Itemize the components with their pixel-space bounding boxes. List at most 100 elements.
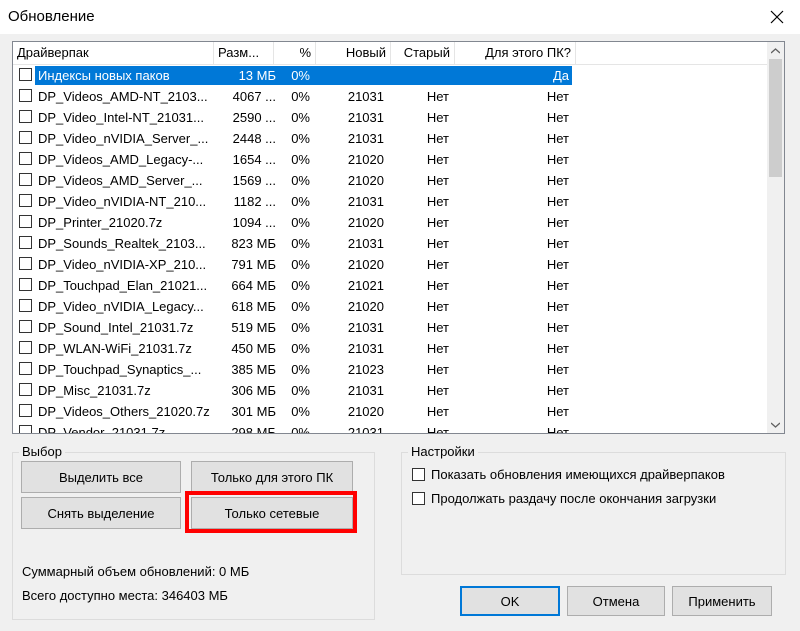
cell-name: DP_Printer_21020.7z <box>38 215 163 230</box>
table-row[interactable]: DP_Video_Intel-NT_21031... 2590 ... 0% 2103… <box>13 107 769 128</box>
select-all-button[interactable]: Выделить все <box>21 461 181 493</box>
scrollbar-thumb[interactable] <box>769 59 782 177</box>
cell-percent: 0% <box>291 362 310 377</box>
cell-size: 2590 ... <box>232 110 276 125</box>
driverpack-list[interactable]: Драйверпак Разм... % Новый Старый Для эт… <box>12 41 785 434</box>
cell-size: 450 МБ <box>231 341 276 356</box>
cell-size: 13 МБ <box>238 68 276 83</box>
row-checkbox[interactable] <box>19 89 32 102</box>
cell-for-pc: Нет <box>546 278 569 293</box>
column-header-for-pc[interactable]: Для этого ПК? <box>455 42 576 64</box>
cell-for-pc: Нет <box>546 404 569 419</box>
row-checkbox[interactable] <box>19 320 32 333</box>
deselect-button[interactable]: Снять выделение <box>21 497 181 529</box>
cell-name: DP_Touchpad_Synaptics_... <box>38 362 202 377</box>
cell-size: 618 МБ <box>231 299 276 314</box>
column-header-size[interactable]: Разм... <box>214 42 274 64</box>
row-checkbox[interactable] <box>19 194 32 207</box>
table-row[interactable]: DP_Touchpad_Synaptics_... 385 МБ 0% 21023 Не… <box>13 359 769 380</box>
cell-for-pc: Нет <box>546 362 569 377</box>
table-row[interactable]: DP_Touchpad_Elan_21021... 664 МБ 0% 21021 Не… <box>13 275 769 296</box>
column-header-percent[interactable]: % <box>274 42 316 64</box>
row-checkbox[interactable] <box>19 299 32 312</box>
row-checkbox[interactable] <box>19 236 32 249</box>
cell-new: 21020 <box>347 152 384 167</box>
cell-size: 385 МБ <box>231 362 276 377</box>
table-row[interactable]: DP_Videos_Others_21020.7z 301 МБ 0% 21020 Не… <box>13 401 769 422</box>
list-header: Драйверпак Разм... % Новый Старый Для эт… <box>13 42 769 65</box>
continue-seeding-option[interactable]: Продолжать раздачу после окончания загру… <box>412 491 716 506</box>
row-checkbox[interactable] <box>19 257 32 270</box>
table-row[interactable]: Индексы новых паков 13 МБ 0% Да <box>13 65 769 86</box>
cell-for-pc: Нет <box>546 383 569 398</box>
row-checkbox[interactable] <box>19 383 32 396</box>
table-row[interactable]: DP_Video_nVIDIA-XP_210... 791 МБ 0% 21020 Не… <box>13 254 769 275</box>
cell-name: DP_Video_nVIDIA-XP_210... <box>38 257 207 272</box>
table-row[interactable]: DP_Misc_21031.7z 306 МБ 0% 21031 Нет Нет <box>13 380 769 401</box>
row-checkbox[interactable] <box>19 362 32 375</box>
cell-old: Нет <box>426 194 449 209</box>
cell-name: DP_Videos_AMD-NT_2103... <box>38 89 208 104</box>
row-checkbox[interactable] <box>19 173 32 186</box>
row-checkbox[interactable] <box>19 425 32 433</box>
table-row[interactable]: DP_Sounds_Realtek_2103... 823 МБ 0% 21031 Не… <box>13 233 769 254</box>
cell-size: 1654 ... <box>232 152 276 167</box>
cell-old: Нет <box>426 152 449 167</box>
cell-percent: 0% <box>291 383 310 398</box>
scroll-down-arrow[interactable] <box>767 416 784 433</box>
cell-new: 21031 <box>347 236 384 251</box>
row-checkbox[interactable] <box>19 68 32 81</box>
table-row[interactable]: DP_Videos_AMD_Server_... 1569 ... 0% 21020 Н… <box>13 170 769 191</box>
table-row[interactable]: DP_Videos_AMD-NT_2103... 4067 ... 0% 21031 Н… <box>13 86 769 107</box>
cell-for-pc: Нет <box>546 194 569 209</box>
table-row[interactable]: DP_Video_nVIDIA_Server_... 2448 ... 0% 2103… <box>13 128 769 149</box>
cell-new: 21020 <box>347 299 384 314</box>
cell-old: Нет <box>426 425 449 434</box>
close-icon <box>770 10 784 24</box>
table-row[interactable]: DP_Sound_Intel_21031.7z 519 МБ 0% 21031 Нет Н… <box>13 317 769 338</box>
row-checkbox[interactable] <box>19 215 32 228</box>
table-row[interactable]: DP_Vendor_21031.7z 298 МБ 0% 21031 Нет Нет <box>13 422 769 434</box>
table-row[interactable]: DP_Videos_AMD_Legacy-... 1654 ... 0% 21020 Н… <box>13 149 769 170</box>
cancel-button[interactable]: Отмена <box>567 586 665 616</box>
cell-size: 301 МБ <box>231 404 276 419</box>
cell-new: 21020 <box>347 404 384 419</box>
table-row[interactable]: DP_Video_nVIDIA_Legacy... 618 МБ 0% 21020 Не… <box>13 296 769 317</box>
ok-button[interactable]: OK <box>460 586 560 616</box>
cell-for-pc: Нет <box>546 236 569 251</box>
cell-old: Нет <box>426 236 449 251</box>
cell-old: Нет <box>426 320 449 335</box>
only-network-button[interactable]: Только сетевые <box>191 497 353 529</box>
row-checkbox[interactable] <box>19 278 32 291</box>
column-header-new[interactable]: Новый <box>316 42 391 64</box>
vertical-scrollbar[interactable] <box>767 42 784 433</box>
table-row[interactable]: DP_Printer_21020.7z 1094 ... 0% 21020 Нет Нет <box>13 212 769 233</box>
cell-size: 306 МБ <box>231 383 276 398</box>
column-header-old[interactable]: Старый <box>391 42 455 64</box>
cell-percent: 0% <box>291 131 310 146</box>
cell-percent: 0% <box>291 404 310 419</box>
show-updates-option[interactable]: Показать обновления имеющихся драйверпак… <box>412 467 725 482</box>
row-checkbox[interactable] <box>19 131 32 144</box>
cell-new: 21031 <box>347 341 384 356</box>
apply-button[interactable]: Применить <box>672 586 772 616</box>
table-row[interactable]: DP_Video_nVIDIA-NT_210... 1182 ... 0% 21031… <box>13 191 769 212</box>
cell-new: 21031 <box>347 89 384 104</box>
close-button[interactable] <box>754 0 800 34</box>
table-row[interactable]: DP_WLAN-WiFi_21031.7z 450 МБ 0% 21031 Нет Нет <box>13 338 769 359</box>
row-checkbox[interactable] <box>19 152 32 165</box>
column-header-driverpack[interactable]: Драйверпак <box>13 42 214 64</box>
only-this-pc-button[interactable]: Только для этого ПК <box>191 461 353 493</box>
free-space-text: Всего доступно места: 346403 МБ <box>22 588 228 603</box>
cell-for-pc: Нет <box>546 152 569 167</box>
scroll-up-arrow[interactable] <box>767 42 784 59</box>
cell-new: 21031 <box>347 425 384 434</box>
cell-size: 823 МБ <box>231 236 276 251</box>
continue-seeding-checkbox[interactable] <box>412 492 425 505</box>
cell-new: 21020 <box>347 173 384 188</box>
row-checkbox[interactable] <box>19 404 32 417</box>
row-checkbox[interactable] <box>19 341 32 354</box>
show-updates-checkbox[interactable] <box>412 468 425 481</box>
row-checkbox[interactable] <box>19 110 32 123</box>
cell-old: Нет <box>426 131 449 146</box>
